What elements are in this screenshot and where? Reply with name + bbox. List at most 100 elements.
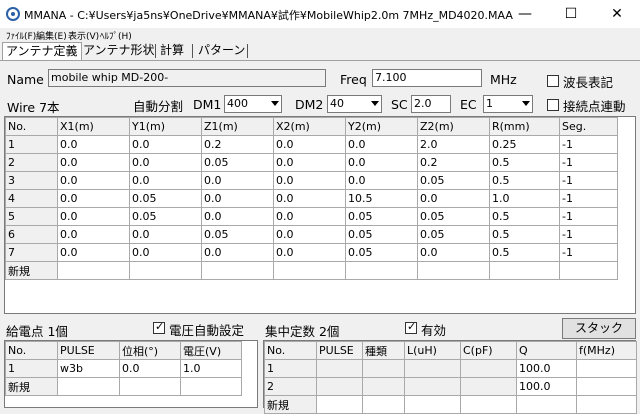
grid-cell[interactable]: 0.05 bbox=[201, 153, 274, 172]
menu-file[interactable]: ﾌｧｲﾙ(F) bbox=[6, 29, 36, 42]
table-row[interactable]: 1 0.0 0.0 0.2 0.0 0.0 2.0 0.25 -1 bbox=[5, 135, 618, 154]
row-number[interactable]: 1 bbox=[5, 359, 58, 378]
col-seg[interactable]: Seg. bbox=[559, 117, 618, 136]
grid-cell[interactable]: 0.05 bbox=[345, 207, 418, 226]
new-row[interactable]: 新規 bbox=[5, 261, 618, 280]
grid-cell[interactable]: 0.0 bbox=[57, 171, 130, 190]
row-number[interactable]: 2 bbox=[264, 377, 317, 396]
feed-col-pulse[interactable]: PULSE bbox=[57, 341, 120, 360]
stack-button[interactable]: スタック bbox=[562, 318, 636, 339]
new-row-label[interactable]: 新規 bbox=[5, 261, 58, 280]
grid-cell[interactable]: 0.05 bbox=[345, 225, 418, 244]
grid-cell[interactable] bbox=[316, 359, 363, 378]
grid-cell[interactable]: 10.5 bbox=[345, 189, 418, 208]
tab-calculation[interactable]: 計算 bbox=[157, 42, 187, 60]
feed-col-no[interactable]: No. bbox=[5, 341, 58, 360]
grid-cell[interactable]: 0.0 bbox=[57, 207, 130, 226]
col-radius[interactable]: R(mm) bbox=[489, 117, 560, 136]
grid-cell[interactable] bbox=[316, 377, 363, 396]
grid-cell[interactable]: 0.0 bbox=[201, 207, 274, 226]
minimize-button[interactable]: — bbox=[502, 0, 548, 28]
row-number[interactable]: 6 bbox=[5, 225, 58, 244]
grid-cell[interactable] bbox=[489, 261, 560, 280]
grid-cell[interactable]: 0.0 bbox=[345, 153, 418, 172]
feed-col-voltage[interactable]: 電圧(V) bbox=[180, 341, 242, 360]
row-number[interactable]: 1 bbox=[5, 135, 58, 154]
feed-table[interactable]: No. PULSE 位相(°) 電圧(V) 1 w3b 0.0 1.0 新規 bbox=[5, 341, 242, 396]
grid-cell[interactable]: 0.0 bbox=[119, 359, 181, 378]
grid-cell[interactable]: 0.05 bbox=[417, 225, 490, 244]
grid-cell[interactable]: -1 bbox=[559, 135, 618, 154]
col-y2[interactable]: Y2(m) bbox=[345, 117, 418, 136]
connect-checkbox[interactable] bbox=[547, 99, 559, 111]
grid-cell[interactable] bbox=[57, 377, 120, 396]
grid-cell[interactable] bbox=[460, 377, 517, 396]
col-no[interactable]: No. bbox=[5, 117, 58, 136]
loads-col-f[interactable]: f(MHz) bbox=[576, 341, 637, 360]
grid-cell[interactable] bbox=[362, 395, 405, 414]
grid-cell[interactable]: 0.0 bbox=[201, 171, 274, 190]
new-row-label[interactable]: 新規 bbox=[264, 395, 317, 414]
grid-cell[interactable]: 0.0 bbox=[129, 153, 202, 172]
grid-cell[interactable]: 0.2 bbox=[201, 135, 274, 154]
row-number[interactable]: 2 bbox=[5, 153, 58, 172]
auto-voltage-checkbox[interactable] bbox=[153, 320, 165, 334]
grid-cell[interactable] bbox=[362, 377, 405, 396]
grid-cell[interactable]: 0.0 bbox=[57, 135, 130, 154]
grid-cell[interactable]: -1 bbox=[559, 189, 618, 208]
grid-cell[interactable]: -1 bbox=[559, 243, 618, 262]
table-row[interactable]: 7 0.0 0.0 0.0 0.0 0.05 0.0 0.5 -1 bbox=[5, 243, 618, 262]
new-row-label[interactable]: 新規 bbox=[5, 377, 58, 396]
grid-cell[interactable]: 0.5 bbox=[489, 153, 560, 172]
grid-cell[interactable]: -1 bbox=[559, 153, 618, 172]
col-z1[interactable]: Z1(m) bbox=[201, 117, 274, 136]
grid-cell[interactable] bbox=[404, 359, 461, 378]
row-number[interactable]: 1 bbox=[264, 359, 317, 378]
loads-col-type[interactable]: 種類 bbox=[362, 341, 405, 360]
grid-cell[interactable]: 0.0 bbox=[57, 243, 130, 262]
table-row[interactable]: 5 0.0 0.05 0.0 0.0 0.05 0.05 0.5 -1 bbox=[5, 207, 618, 226]
grid-cell[interactable]: 0.05 bbox=[129, 189, 202, 208]
frequency-input[interactable]: 7.100 bbox=[372, 69, 482, 87]
grid-cell[interactable]: 0.0 bbox=[129, 243, 202, 262]
row-number[interactable]: 3 bbox=[5, 171, 58, 190]
grid-cell[interactable]: 100.0 bbox=[516, 377, 577, 396]
grid-cell[interactable] bbox=[201, 261, 274, 280]
close-button[interactable]: ✕ bbox=[594, 0, 640, 28]
grid-cell[interactable] bbox=[345, 261, 418, 280]
new-row[interactable]: 新規 bbox=[5, 377, 242, 396]
grid-cell[interactable]: 0.0 bbox=[273, 135, 346, 154]
grid-cell[interactable]: 0.0 bbox=[129, 225, 202, 244]
grid-cell[interactable]: 100.0 bbox=[516, 359, 577, 378]
table-row[interactable]: 1 100.0 bbox=[264, 359, 637, 378]
grid-cell[interactable]: 0.0 bbox=[273, 153, 346, 172]
grid-cell[interactable]: 0.05 bbox=[417, 207, 490, 226]
grid-cell[interactable] bbox=[57, 261, 130, 280]
grid-cell[interactable]: 0.05 bbox=[345, 243, 418, 262]
grid-cell[interactable]: -1 bbox=[559, 225, 618, 244]
loads-enabled-checkbox[interactable] bbox=[405, 320, 417, 334]
col-x1[interactable]: X1(m) bbox=[57, 117, 130, 136]
menu-view[interactable]: 表示(V) bbox=[68, 29, 99, 42]
dm2-select[interactable]: 40 bbox=[327, 95, 382, 113]
ec-select[interactable]: 1 bbox=[483, 95, 533, 113]
table-row[interactable]: 6 0.0 0.0 0.05 0.0 0.05 0.05 0.5 -1 bbox=[5, 225, 618, 244]
new-row[interactable]: 新規 bbox=[264, 395, 637, 414]
grid-cell[interactable]: 0.0 bbox=[273, 207, 346, 226]
loads-col-pulse[interactable]: PULSE bbox=[316, 341, 363, 360]
table-row[interactable]: 4 0.0 0.05 0.0 0.0 10.5 0.0 1.0 -1 bbox=[5, 189, 618, 208]
grid-cell[interactable]: 0.0 bbox=[129, 135, 202, 154]
row-number[interactable]: 7 bbox=[5, 243, 58, 262]
loads-table[interactable]: No. PULSE 種類 L(uH) C(pF) Q f(MHz) 1 100.… bbox=[264, 341, 637, 414]
grid-cell[interactable]: w3b bbox=[57, 359, 120, 378]
grid-cell[interactable] bbox=[576, 359, 637, 378]
menu-help[interactable]: ﾍﾙﾌﾟ(H) bbox=[100, 29, 132, 42]
grid-cell[interactable] bbox=[460, 359, 517, 378]
grid-cell[interactable]: 0.0 bbox=[201, 189, 274, 208]
grid-cell[interactable]: 2.0 bbox=[417, 135, 490, 154]
grid-cell[interactable]: 0.0 bbox=[273, 225, 346, 244]
grid-cell[interactable]: 0.0 bbox=[273, 243, 346, 262]
loads-col-l[interactable]: L(uH) bbox=[404, 341, 461, 360]
grid-cell[interactable]: 0.0 bbox=[201, 243, 274, 262]
col-y1[interactable]: Y1(m) bbox=[129, 117, 202, 136]
